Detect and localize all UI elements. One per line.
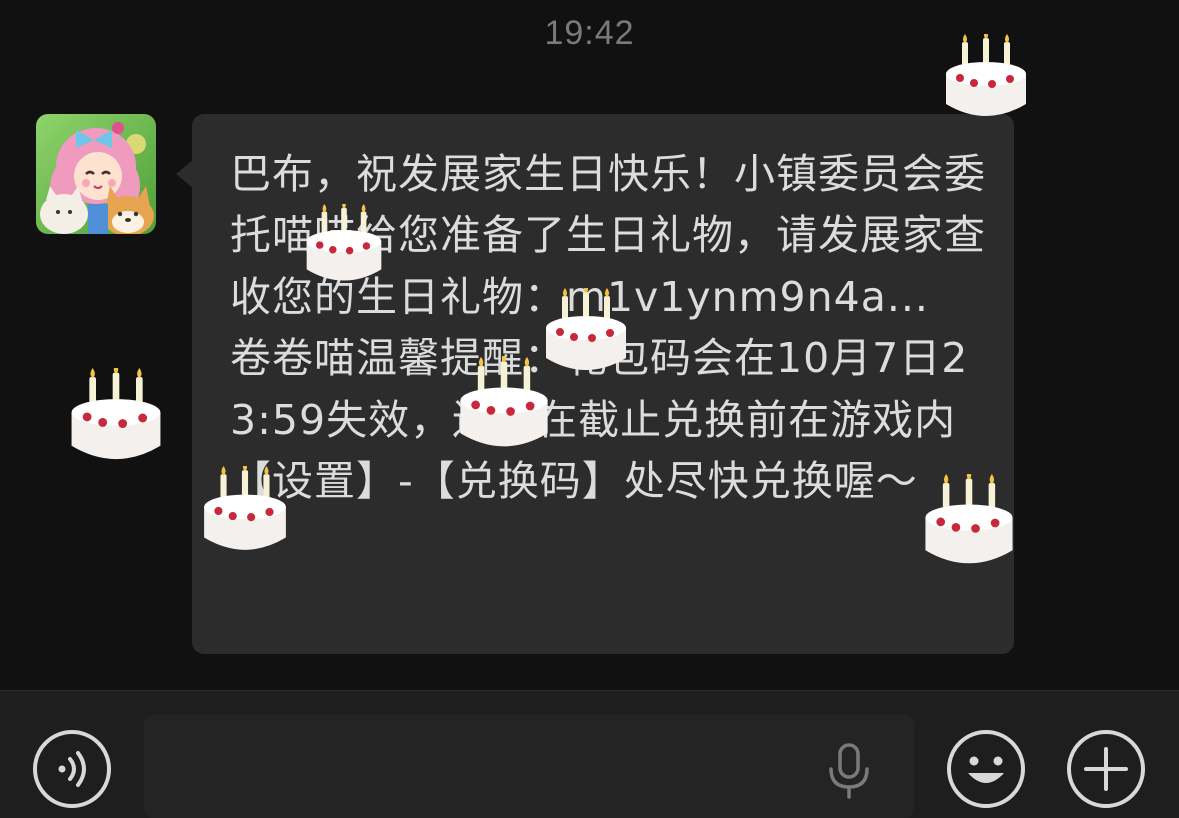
birthday-cake-icon [200,461,290,562]
emoji-icon [947,730,1025,808]
voice-toggle-icon [33,730,111,808]
voice-toggle-button[interactable] [32,729,112,813]
bubble-tail [176,160,193,188]
emoji-button[interactable] [946,729,1026,813]
more-options-button[interactable] [1066,729,1146,813]
game-avatar-icon [36,114,156,234]
chat-input-bar [0,690,1179,818]
birthday-cake-icon [456,352,552,460]
microphone-button[interactable] [826,743,872,805]
microphone-icon [829,743,869,799]
birthday-cake-icon [942,30,1030,128]
birthday-cake-icon [542,284,630,382]
birthday-cake-icon [302,200,386,292]
birthday-cake-icon [920,469,1018,576]
plus-icon [1067,730,1145,808]
message-input[interactable] [144,715,914,818]
chat-screen: 19:42 巴布，祝发展家生日快乐！小镇委员会委托喵喵给您准备了生日礼物，请发展… [0,0,1179,818]
message-bubble[interactable]: 巴布，祝发展家生日快乐！小镇委员会委托喵喵给您准备了生日礼物，请发展家查收您的生… [192,114,1014,654]
birthday-cake-icon [66,363,166,472]
sender-avatar[interactable] [36,114,156,234]
